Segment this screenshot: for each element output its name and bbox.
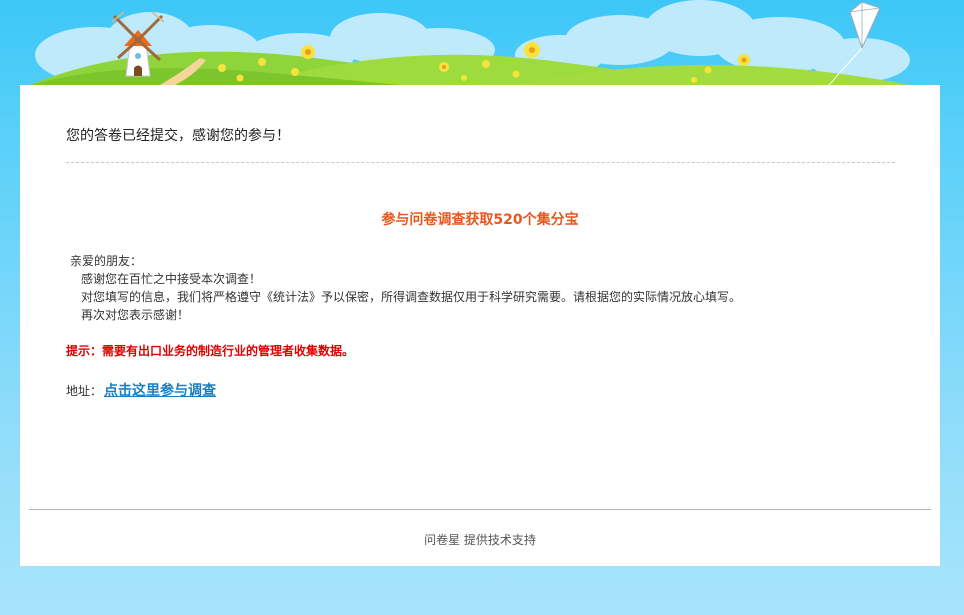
content-card: 您的答卷已经提交，感谢您的参与！ 参与问卷调查获取520个集分宝 亲爱的朋友： … [20,85,940,566]
letter-greeting: 亲爱的朋友： [70,254,143,268]
footer-divider [29,509,931,510]
address-label: 地址： [66,384,103,398]
letter-line: 再次对您表示感谢！ [81,308,190,322]
address-row: 地址： 点击这里参与调查 [66,380,216,400]
header-banner [30,0,910,87]
tip-text: 提示：需要有出口业务的制造行业的管理者收集数据。 [66,344,355,358]
letter-line: 对您填写的信息，我们将严格遵守《统计法》予以保密，所得调查数据仅用于科学研究需要… [81,290,742,304]
dashed-divider [66,162,895,163]
letter-body: 亲爱的朋友： 感谢您在百忙之中接受本次调查！ 对您填写的信息，我们将严格遵守《统… [70,252,741,324]
letter-line: 感谢您在百忙之中接受本次调查！ [81,272,262,286]
promo-headline: 参与问卷调查获取520个集分宝 [381,212,579,228]
footer-credit: 问卷星 提供技术支持 [424,533,536,547]
survey-link[interactable]: 点击这里参与调查 [104,383,216,399]
page-title: 您的答卷已经提交，感谢您的参与！ [66,128,290,144]
